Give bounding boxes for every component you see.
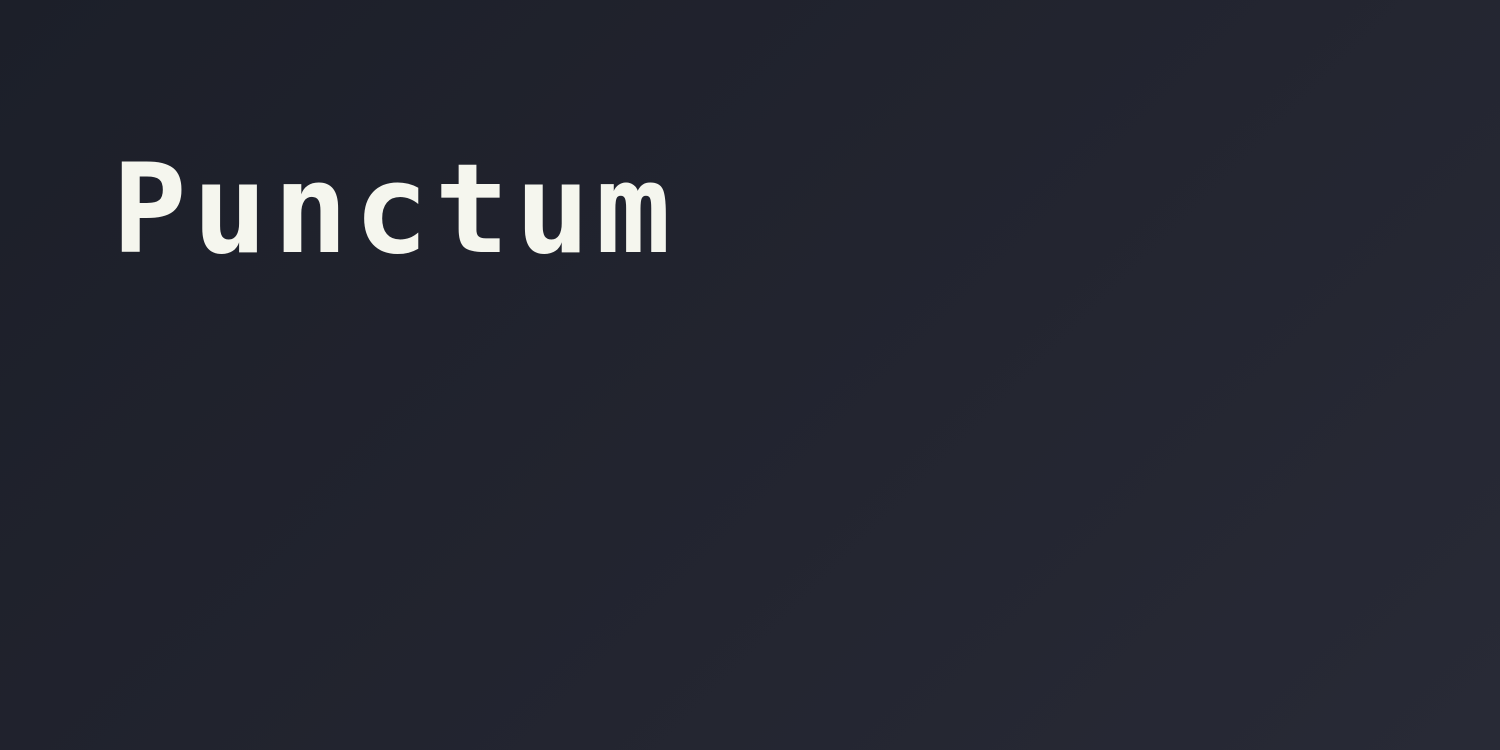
page-title: Punctum (112, 138, 677, 282)
page: { "title": "Punctum", "colors": { "backg… (0, 0, 1500, 750)
